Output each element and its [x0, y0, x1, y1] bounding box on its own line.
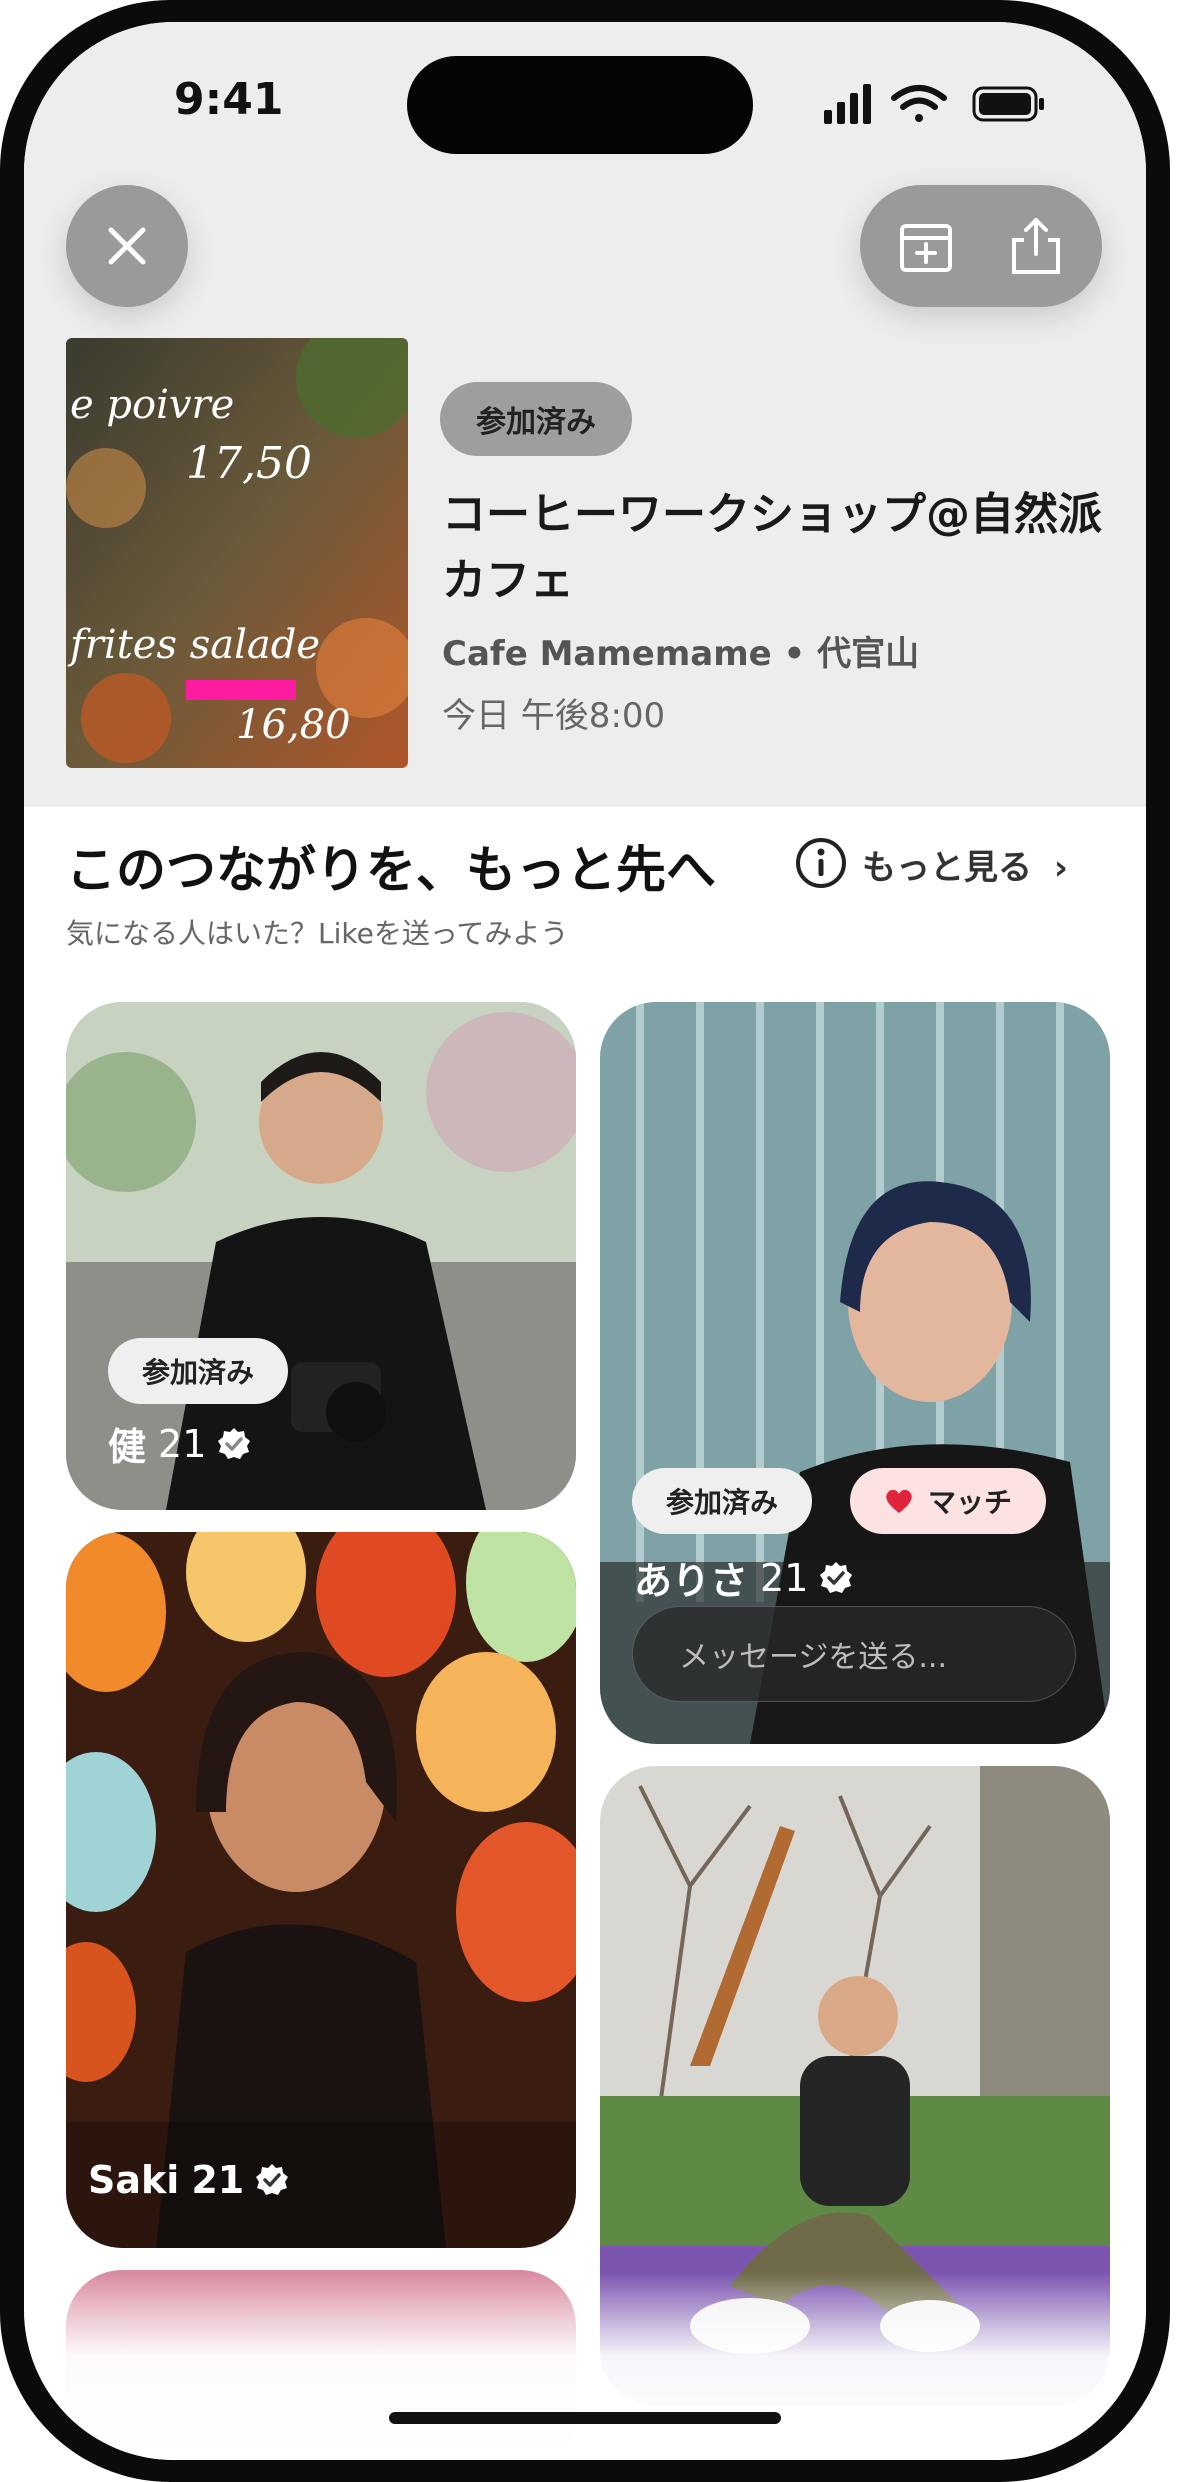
- close-icon: [108, 227, 146, 265]
- home-indicator[interactable]: [389, 2412, 781, 2424]
- card-name-text: Saki: [88, 2158, 180, 2202]
- profile-card-arisa[interactable]: 参加済み マッチ ありさ 21 メッセージを送る...: [600, 1002, 1110, 1744]
- status-time: 9:41: [174, 74, 284, 125]
- card-name: 健 21: [108, 1416, 252, 1471]
- verified-icon: [256, 2164, 289, 2195]
- joined-badge: 参加済み: [632, 1468, 813, 1534]
- battery-icon: [972, 86, 1044, 122]
- add-to-calendar-icon[interactable]: [896, 216, 956, 276]
- close-button[interactable]: [66, 185, 188, 307]
- event-photo[interactable]: e poivre 17,50 frites salade 16,80: [66, 338, 408, 768]
- heart-icon: [886, 1489, 912, 1513]
- screen: 9:41 e poivre 17,50 frites salade 16,80 …: [24, 22, 1146, 2460]
- profile-photo: [66, 1532, 576, 2248]
- bottom-fade: [24, 2272, 1146, 2460]
- wifi-icon: [891, 85, 947, 122]
- share-icon[interactable]: [1006, 216, 1066, 276]
- card-name: Saki 21: [88, 2158, 290, 2202]
- status-icons: [824, 84, 1044, 124]
- card-age: 21: [191, 2158, 245, 2202]
- event-time: 今日 午後8:00: [442, 696, 666, 736]
- match-label: マッチ: [928, 1486, 1013, 1519]
- event-title: コーヒーワークショップ@自然派カフェ: [442, 489, 1102, 606]
- verified-icon: [218, 1427, 251, 1459]
- joined-badge: 参加済み: [440, 382, 632, 456]
- phone-frame: 9:41 e poivre 17,50 frites salade 16,80 …: [0, 0, 1170, 2482]
- profile-card-ken[interactable]: 参加済み 健 21: [66, 1002, 576, 1510]
- message-input[interactable]: メッセージを送る...: [632, 1606, 1076, 1702]
- section-subtitle: 気になる人はいた？Likeを送ってみよう: [66, 917, 569, 950]
- verified-icon: [820, 1561, 853, 1593]
- card-name-text: 健: [108, 1425, 147, 1469]
- info-icon[interactable]: [794, 836, 848, 890]
- dynamic-island: [407, 56, 753, 154]
- photo-text-1: e poivre: [70, 382, 234, 428]
- photo-text-2: 17,50: [186, 438, 312, 489]
- photo-text-3: frites salade: [67, 622, 320, 668]
- card-age: 21: [760, 1555, 809, 1600]
- photo-text-4: 16,80: [236, 702, 351, 748]
- event-venue: Cafe Mamemame • 代官山: [442, 634, 920, 674]
- see-more-label: もっと見る: [862, 848, 1032, 888]
- card-name: ありさ 21: [634, 1550, 854, 1605]
- profile-card-saki[interactable]: Saki 21: [66, 1532, 576, 2248]
- see-more-link[interactable]: もっと見る ›: [862, 840, 1068, 889]
- joined-badge: 参加済み: [108, 1338, 289, 1404]
- action-pill: [860, 185, 1102, 307]
- chevron-right-icon: ›: [1053, 848, 1068, 888]
- section-title: このつながりを、もっと先へ: [66, 841, 716, 899]
- card-name-text: ありさ: [634, 1559, 749, 1603]
- cellular-signal-icon: [824, 84, 871, 124]
- match-badge: マッチ: [850, 1468, 1047, 1534]
- card-age: 21: [158, 1421, 207, 1466]
